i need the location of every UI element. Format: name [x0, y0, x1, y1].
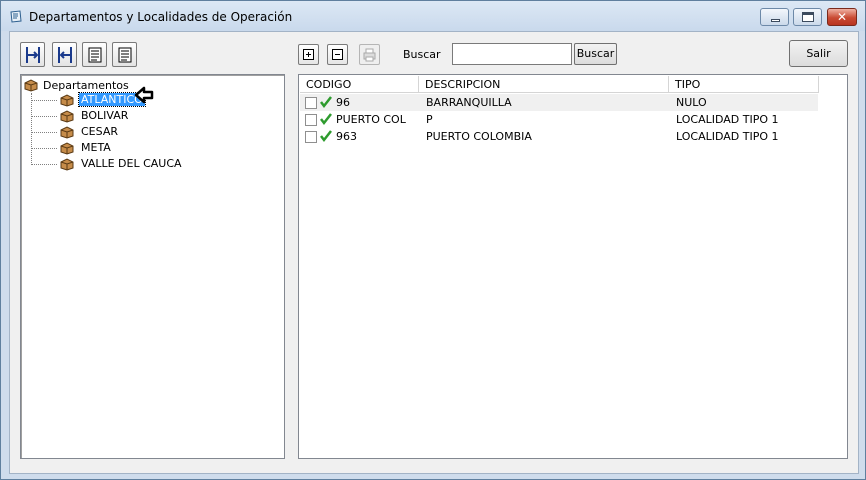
search-button[interactable]: Buscar — [574, 43, 617, 65]
client-area: Departamentos ATLANTICO BOLIVAR CESAR ME… — [9, 31, 859, 474]
box-icon — [60, 126, 74, 139]
tree-item-label: BOLIVAR — [81, 109, 129, 122]
close-icon: ✕ — [836, 10, 848, 24]
search-label: Buscar — [403, 48, 441, 61]
report-icon — [88, 47, 102, 63]
box-icon — [60, 158, 74, 171]
maximize-button[interactable] — [793, 8, 822, 26]
checkmark-icon — [320, 130, 332, 143]
row-checkbox[interactable] — [305, 97, 317, 109]
cell-tipo: NULO — [676, 96, 707, 109]
tree-branch-line — [31, 116, 57, 117]
main-window: Departamentos y Localidades de Operación… — [0, 0, 866, 480]
localities-list[interactable]: CODIGO DESCRIPCION TIPO 96 BARRANQUILLA … — [298, 74, 848, 459]
report-button[interactable] — [82, 42, 107, 67]
cell-descripcion: PUERTO COLOMBIA — [426, 130, 532, 143]
collapse-all-button[interactable] — [327, 44, 348, 65]
tree-branch-line — [31, 164, 57, 165]
box-icon — [60, 142, 74, 155]
table-row[interactable]: PUERTO COL P LOCALIDAD TIPO 1 — [300, 111, 818, 128]
table-row[interactable]: 96 BARRANQUILLA NULO — [300, 94, 818, 111]
expand-tree-icon — [26, 47, 40, 63]
checkmark-icon — [320, 96, 332, 109]
box-icon — [60, 110, 74, 123]
collapse-tree-button[interactable] — [52, 42, 77, 67]
cell-tipo: LOCALIDAD TIPO 1 — [676, 130, 779, 143]
column-header-descripcion[interactable]: DESCRIPCION — [419, 76, 669, 93]
close-button[interactable]: ✕ — [827, 8, 857, 26]
expand-all-button[interactable] — [298, 44, 319, 65]
tree-branch-line — [31, 100, 57, 101]
collapse-tree-icon — [58, 47, 72, 63]
expand-tree-button[interactable] — [20, 42, 45, 67]
tree-connector — [31, 93, 32, 163]
departments-tree[interactable]: Departamentos ATLANTICO BOLIVAR CESAR ME… — [20, 74, 285, 459]
left-arrow-icon — [134, 86, 154, 104]
tree-item-label: VALLE DEL CAUCA — [81, 157, 182, 170]
minus-box-icon — [332, 49, 343, 60]
report-detail-button[interactable] — [112, 42, 137, 67]
cell-descripcion: BARRANQUILLA — [426, 96, 512, 109]
minimize-button[interactable] — [760, 8, 789, 26]
box-icon — [60, 94, 74, 107]
list-header: CODIGO DESCRIPCION TIPO — [300, 76, 819, 93]
cell-codigo: 963 — [336, 130, 357, 143]
print-button[interactable] — [359, 44, 380, 65]
report-detail-icon — [118, 47, 132, 63]
printer-icon — [363, 48, 376, 62]
title-bar[interactable]: Departamentos y Localidades de Operación… — [1, 1, 865, 31]
cell-tipo: LOCALIDAD TIPO 1 — [676, 113, 779, 126]
checkmark-icon — [320, 113, 332, 126]
tree-branch-line — [31, 148, 57, 149]
column-header-tipo[interactable]: TIPO — [669, 76, 819, 93]
cell-codigo: 96 — [336, 96, 350, 109]
minimize-icon — [771, 19, 780, 22]
row-checkbox[interactable] — [305, 114, 317, 126]
app-icon — [10, 10, 22, 23]
table-row[interactable]: 963 PUERTO COLOMBIA LOCALIDAD TIPO 1 — [300, 128, 818, 145]
tree-root-label: Departamentos — [43, 79, 129, 92]
cell-codigo: PUERTO COL — [336, 113, 406, 126]
exit-button[interactable]: Salir — [789, 40, 848, 67]
tree-branch-line — [31, 132, 57, 133]
maximize-icon — [802, 12, 814, 22]
folder-box-icon — [24, 79, 38, 92]
cell-descripcion: P — [426, 113, 433, 126]
tree-item-label: META — [81, 141, 111, 154]
tree-item-label: CESAR — [81, 125, 118, 138]
row-checkbox[interactable] — [305, 131, 317, 143]
column-header-codigo[interactable]: CODIGO — [300, 76, 419, 93]
plus-box-icon — [303, 49, 314, 60]
search-input[interactable] — [452, 43, 572, 65]
window-title: Departamentos y Localidades de Operación — [29, 10, 293, 24]
